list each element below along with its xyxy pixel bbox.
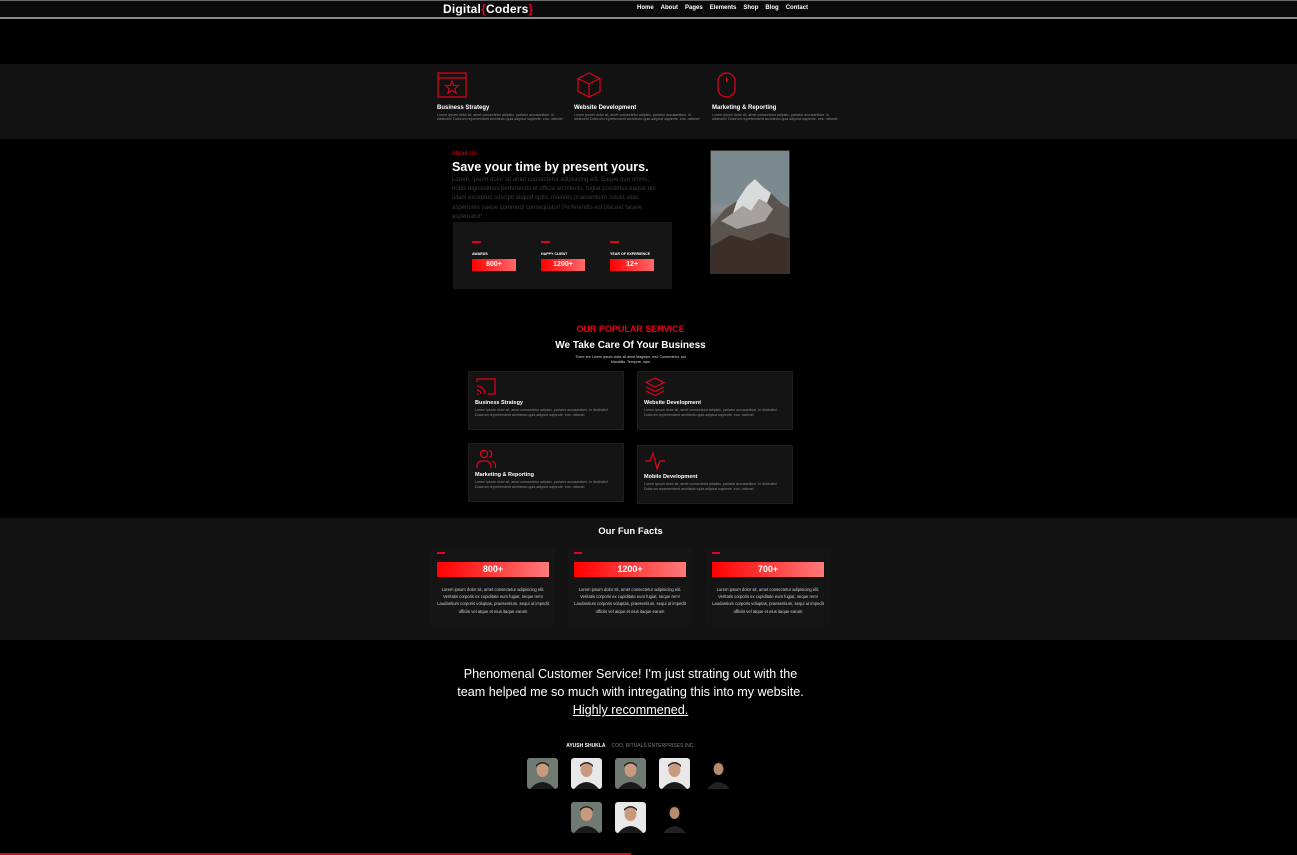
service-card-business-strategy[interactable]: Business Strategy Lorem ipsum dolor sit,… — [468, 371, 624, 430]
quote-text: Phenomenal Customer Service! I'm just st… — [457, 667, 804, 699]
service-card-text: Lorem ipsum dolor sit, amet consectetur … — [475, 408, 609, 417]
users-icon — [476, 449, 497, 468]
feature-text: Lorem ipsum dolor sit, amet consectetur … — [437, 113, 563, 122]
fun-fact-card: 1200+ Lorem ipsum dolor sit, amet consec… — [568, 549, 692, 625]
stat-value: 12+ — [610, 259, 654, 271]
avatar[interactable] — [703, 758, 734, 789]
nav-item-blog[interactable]: Blog — [765, 5, 778, 11]
fun-fact-card: 700+ Lorem ipsum dolor sit, amet consect… — [706, 549, 830, 625]
feature-title: Marketing & Reporting — [712, 105, 777, 111]
nav-item-shop[interactable]: Shop — [743, 5, 758, 11]
stat-years-experience: YEAR OF EXPERIENCE 12+ — [610, 241, 654, 271]
avatar[interactable] — [527, 758, 558, 789]
nav-item-about[interactable]: About — [661, 5, 678, 11]
fact-text: Lorem ipsum dolor sit, amet consectetur … — [712, 587, 824, 614]
service-card-website-development[interactable]: Website Development Lorem ipsum dolor si… — [637, 371, 793, 430]
stat-value: 1200+ — [541, 259, 585, 271]
service-card-title: Marketing & Reporting — [475, 472, 534, 478]
cast-icon — [476, 378, 496, 395]
services-title: We Take Care Of Your Business — [555, 340, 706, 351]
fact-value: 700+ — [712, 562, 824, 577]
testimonial-quote: Phenomenal Customer Service! I'm just st… — [452, 665, 809, 719]
avatar[interactable] — [615, 802, 646, 833]
stat-dash — [472, 241, 481, 243]
fact-value: 1200+ — [574, 562, 686, 577]
service-card-text: Lorem ipsum dolor sit, amet consectetur … — [644, 408, 778, 417]
feature-business-strategy: Business Strategy Lorem ipsum dolor sit,… — [437, 72, 567, 122]
author-name: AYUSH SHUKLA — [566, 743, 606, 749]
fact-dash — [574, 552, 582, 554]
brand-part1: Digital — [443, 2, 482, 16]
feature-website-development: Website Development Lorem ipsum dolor si… — [574, 72, 704, 122]
fact-dash — [437, 552, 445, 554]
about-body: Lorem, ipsum dolor sit amet consectetur … — [452, 177, 656, 220]
stat-value: 800+ — [472, 259, 516, 271]
service-card-mobile-development[interactable]: Mobile Development Lorem ipsum dolor sit… — [637, 445, 793, 504]
services-subtitle: There are Lorem ipsum dolor sit amet Mag… — [575, 355, 686, 364]
fun-fact-card: 800+ Lorem ipsum dolor sit, amet consect… — [431, 549, 555, 625]
nav-item-pages[interactable]: Pages — [685, 5, 703, 11]
service-card-text: Lorem ipsum dolor sit, amet consectetur … — [475, 480, 609, 489]
services-label: OUR POPULAR SERVICE — [576, 324, 685, 334]
main-menu: Home About Pages Elements Shop Blog Cont… — [637, 5, 808, 11]
about-title: Save your time by present yours. — [452, 160, 649, 174]
mountain-image — [710, 150, 790, 274]
browser-star-icon — [437, 72, 467, 98]
brand-part2: Coders — [485, 2, 529, 16]
stat-dash — [541, 241, 550, 243]
service-card-marketing-reporting[interactable]: Marketing & Reporting Lorem ipsum dolor … — [468, 443, 624, 502]
quote-highlight: Highly recommened. — [572, 703, 689, 717]
avatar[interactable] — [659, 802, 690, 833]
brand-brace-close: } — [528, 2, 534, 16]
feature-title: Business Strategy — [437, 105, 490, 111]
service-card-title: Website Development — [644, 400, 702, 406]
feature-text: Lorem ipsum dolor sit, amet consectetur … — [712, 113, 838, 122]
avatar[interactable] — [571, 758, 602, 789]
activity-icon — [645, 451, 665, 471]
mouse-icon — [717, 72, 736, 98]
avatar[interactable] — [571, 802, 602, 833]
about-stats-box: AWARDS 800+ HAPPY CLIENT 1200+ YEAR OF E… — [453, 222, 672, 289]
fact-dash — [712, 552, 720, 554]
fact-text: Lorem ipsum dolor sit, amet consectetur … — [574, 587, 686, 614]
cube-icon — [577, 72, 601, 98]
fact-text: Lorem ipsum dolor sit, amet consectetur … — [437, 587, 549, 614]
author-role: COO, RITUALS ENTERPRISES INC. — [611, 743, 695, 749]
service-card-title: Business Strategy — [475, 400, 523, 406]
testimonial-author: AYUSH SHUKLA COO, RITUALS ENTERPRISES INC… — [0, 743, 1261, 749]
about-label: About Us — [452, 151, 477, 157]
nav-item-home[interactable]: Home — [637, 5, 654, 11]
fun-facts-title: Our Fun Facts — [598, 526, 663, 537]
avatar[interactable] — [615, 758, 646, 789]
stat-awards: AWARDS 800+ — [472, 241, 516, 271]
feature-text: Lorem ipsum dolor sit, amet consectetur … — [574, 113, 700, 122]
layers-icon — [644, 377, 666, 397]
service-card-text: Lorem ipsum dolor sit, amet consectetur … — [644, 482, 778, 491]
fact-value: 800+ — [437, 562, 549, 577]
nav-item-contact[interactable]: Contact — [786, 5, 808, 11]
stat-happy-client: HAPPY CLIENT 1200+ — [541, 241, 585, 271]
feature-marketing-reporting: Marketing & Reporting Lorem ipsum dolor … — [712, 72, 842, 122]
stat-dash — [610, 241, 619, 243]
stat-label: AWARDS — [472, 252, 488, 256]
avatar[interactable] — [659, 758, 690, 789]
stat-label: YEAR OF EXPERIENCE — [610, 252, 651, 256]
service-card-title: Mobile Development — [644, 474, 698, 480]
brand-logo[interactable]: Digital{Coders} — [443, 2, 533, 16]
stat-label: HAPPY CLIENT — [541, 252, 568, 256]
feature-title: Website Development — [574, 105, 637, 111]
nav-item-elements[interactable]: Elements — [710, 5, 737, 11]
